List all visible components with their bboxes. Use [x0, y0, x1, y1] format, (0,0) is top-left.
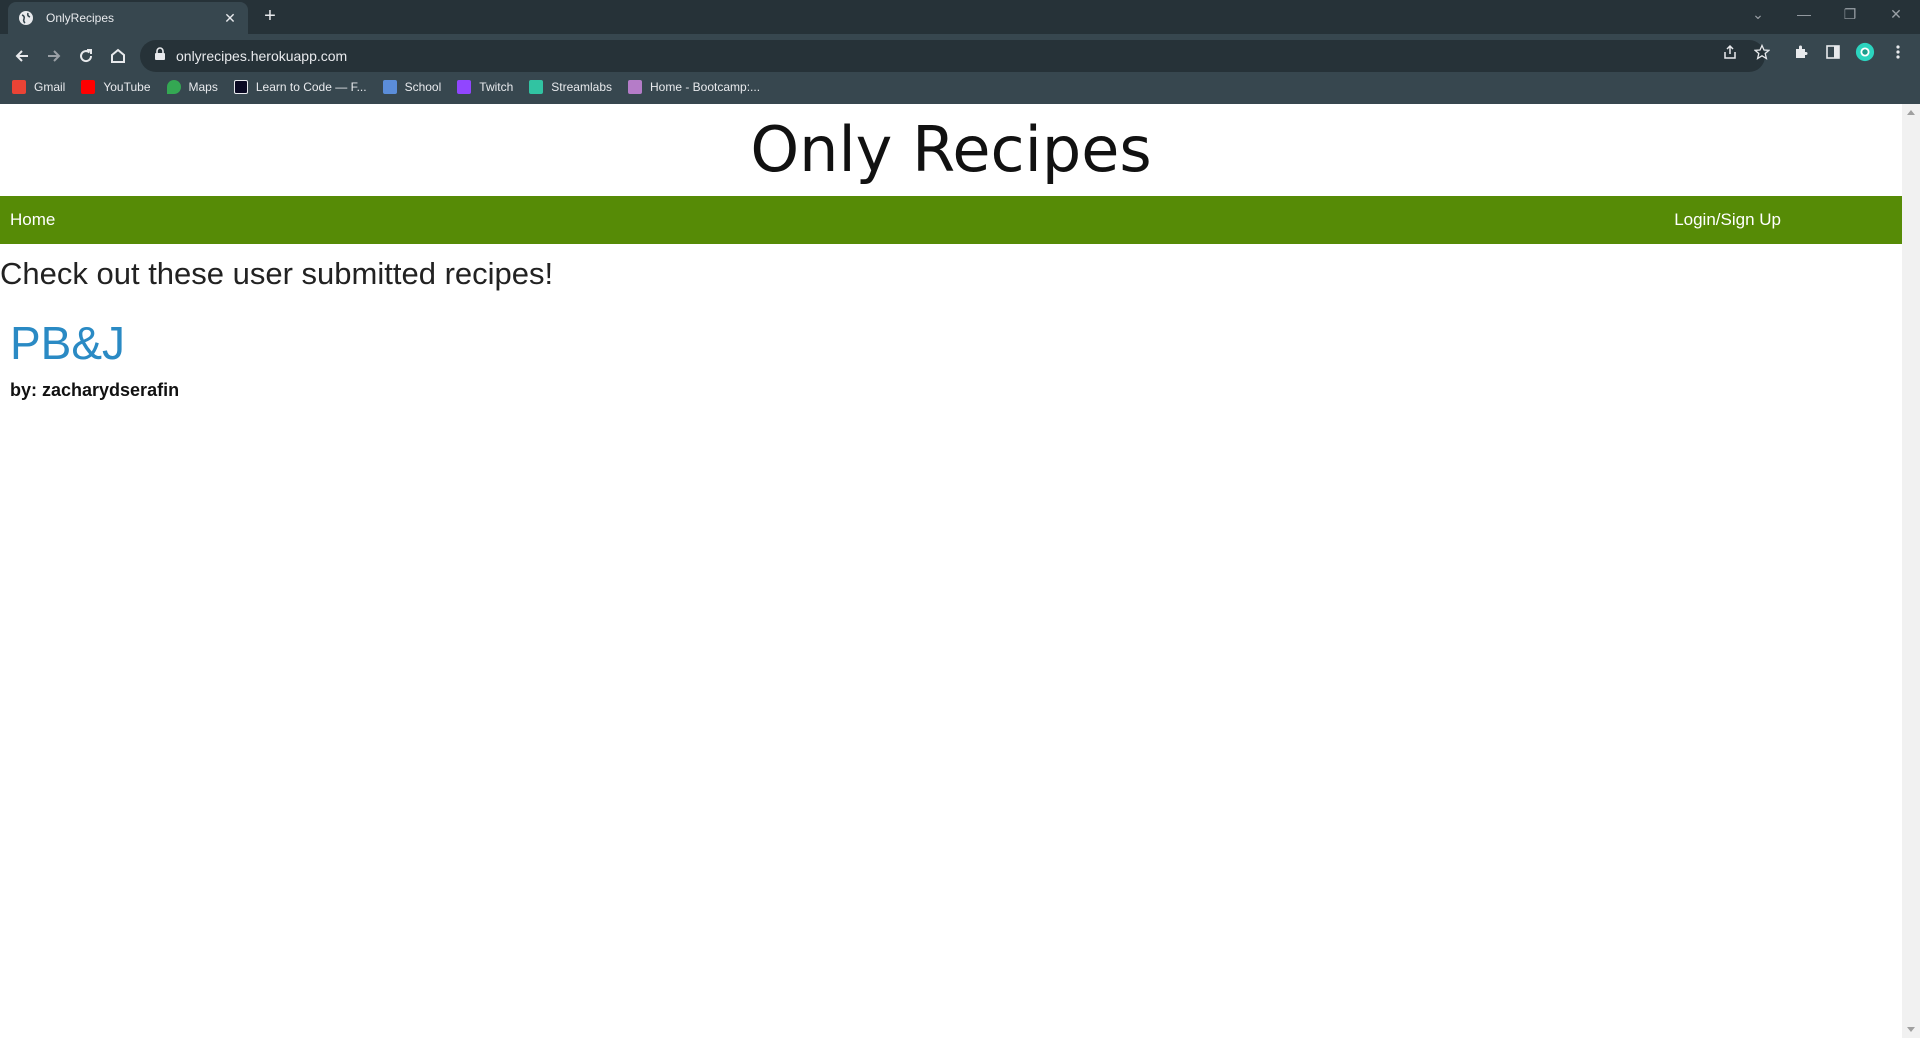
- bookmark-bootcamp[interactable]: Home - Bootcamp:...: [628, 80, 760, 94]
- gmail-icon: [12, 80, 26, 94]
- page-content: Only Recipes Home Login/Sign Up Check ou…: [0, 104, 1902, 1038]
- globe-icon: [18, 10, 34, 26]
- bookmark-maps[interactable]: Maps: [166, 80, 218, 94]
- restore-icon[interactable]: ❐: [1838, 6, 1862, 23]
- minimize-icon[interactable]: —: [1792, 6, 1816, 22]
- side-panel-icon[interactable]: [1823, 42, 1843, 62]
- tab-search-icon[interactable]: ⌄: [1746, 6, 1770, 23]
- address-bar[interactable]: onlyrecipes.herokuapp.com: [140, 40, 1765, 72]
- site-navbar: Home Login/Sign Up: [0, 196, 1902, 244]
- bookmark-youtube[interactable]: YouTube: [81, 80, 151, 94]
- browser-toolbar: onlyrecipes.herokuapp.com Gmail YouTube …: [0, 34, 1920, 104]
- browser-tab-bar: OnlyRecipes ✕ + ⌄ — ❐ ✕: [0, 0, 1920, 34]
- site-title: Only Recipes: [750, 113, 1152, 186]
- lock-icon: [154, 46, 166, 66]
- school-icon: [382, 80, 397, 94]
- scroll-up-icon[interactable]: [1907, 110, 1915, 115]
- share-icon[interactable]: [1720, 42, 1740, 62]
- recipe-author: by: zacharydserafin: [10, 380, 180, 400]
- page-scrollbar[interactable]: [1902, 104, 1920, 1038]
- maps-icon: [166, 80, 181, 94]
- youtube-icon: [81, 80, 96, 94]
- new-tab-icon[interactable]: +: [260, 6, 280, 26]
- bookmark-twitch[interactable]: Twitch: [457, 80, 513, 94]
- menu-icon[interactable]: [1888, 42, 1908, 62]
- freecodecamp-icon: [233, 80, 248, 94]
- close-icon[interactable]: ✕: [222, 10, 238, 27]
- bookmark-streamlabs[interactable]: Streamlabs: [529, 80, 612, 94]
- browser-tab[interactable]: OnlyRecipes ✕: [8, 2, 248, 34]
- bookmarks-bar: Gmail YouTube Maps Learn to Code — F... …: [0, 72, 1920, 102]
- bookmark-gmail[interactable]: Gmail: [12, 80, 65, 94]
- tab-title: OnlyRecipes: [46, 11, 115, 25]
- streamlabs-icon: [529, 80, 544, 94]
- nav-home-link[interactable]: Home: [10, 196, 55, 244]
- bookmark-school[interactable]: School: [382, 80, 441, 94]
- reload-icon[interactable]: [72, 42, 100, 70]
- twitch-icon: [457, 80, 472, 94]
- extensions-icon[interactable]: [1791, 42, 1811, 62]
- window-close-icon[interactable]: ✕: [1884, 6, 1908, 23]
- nav-login-link[interactable]: Login/Sign Up: [1674, 196, 1781, 244]
- home-icon[interactable]: [104, 42, 132, 70]
- bookmark-freecodecamp[interactable]: Learn to Code — F...: [233, 80, 367, 94]
- forward-icon[interactable]: [40, 42, 68, 70]
- back-icon[interactable]: [8, 42, 36, 70]
- bookmark-star-icon[interactable]: [1752, 42, 1772, 62]
- scroll-down-icon[interactable]: [1907, 1027, 1915, 1032]
- bootcamp-icon: [628, 80, 642, 94]
- recipe-title-link[interactable]: PB&J: [10, 316, 125, 370]
- url-text: onlyrecipes.herokuapp.com: [176, 48, 348, 64]
- avatar[interactable]: [1855, 42, 1875, 62]
- page-heading: Check out these user submitted recipes!: [0, 256, 554, 291]
